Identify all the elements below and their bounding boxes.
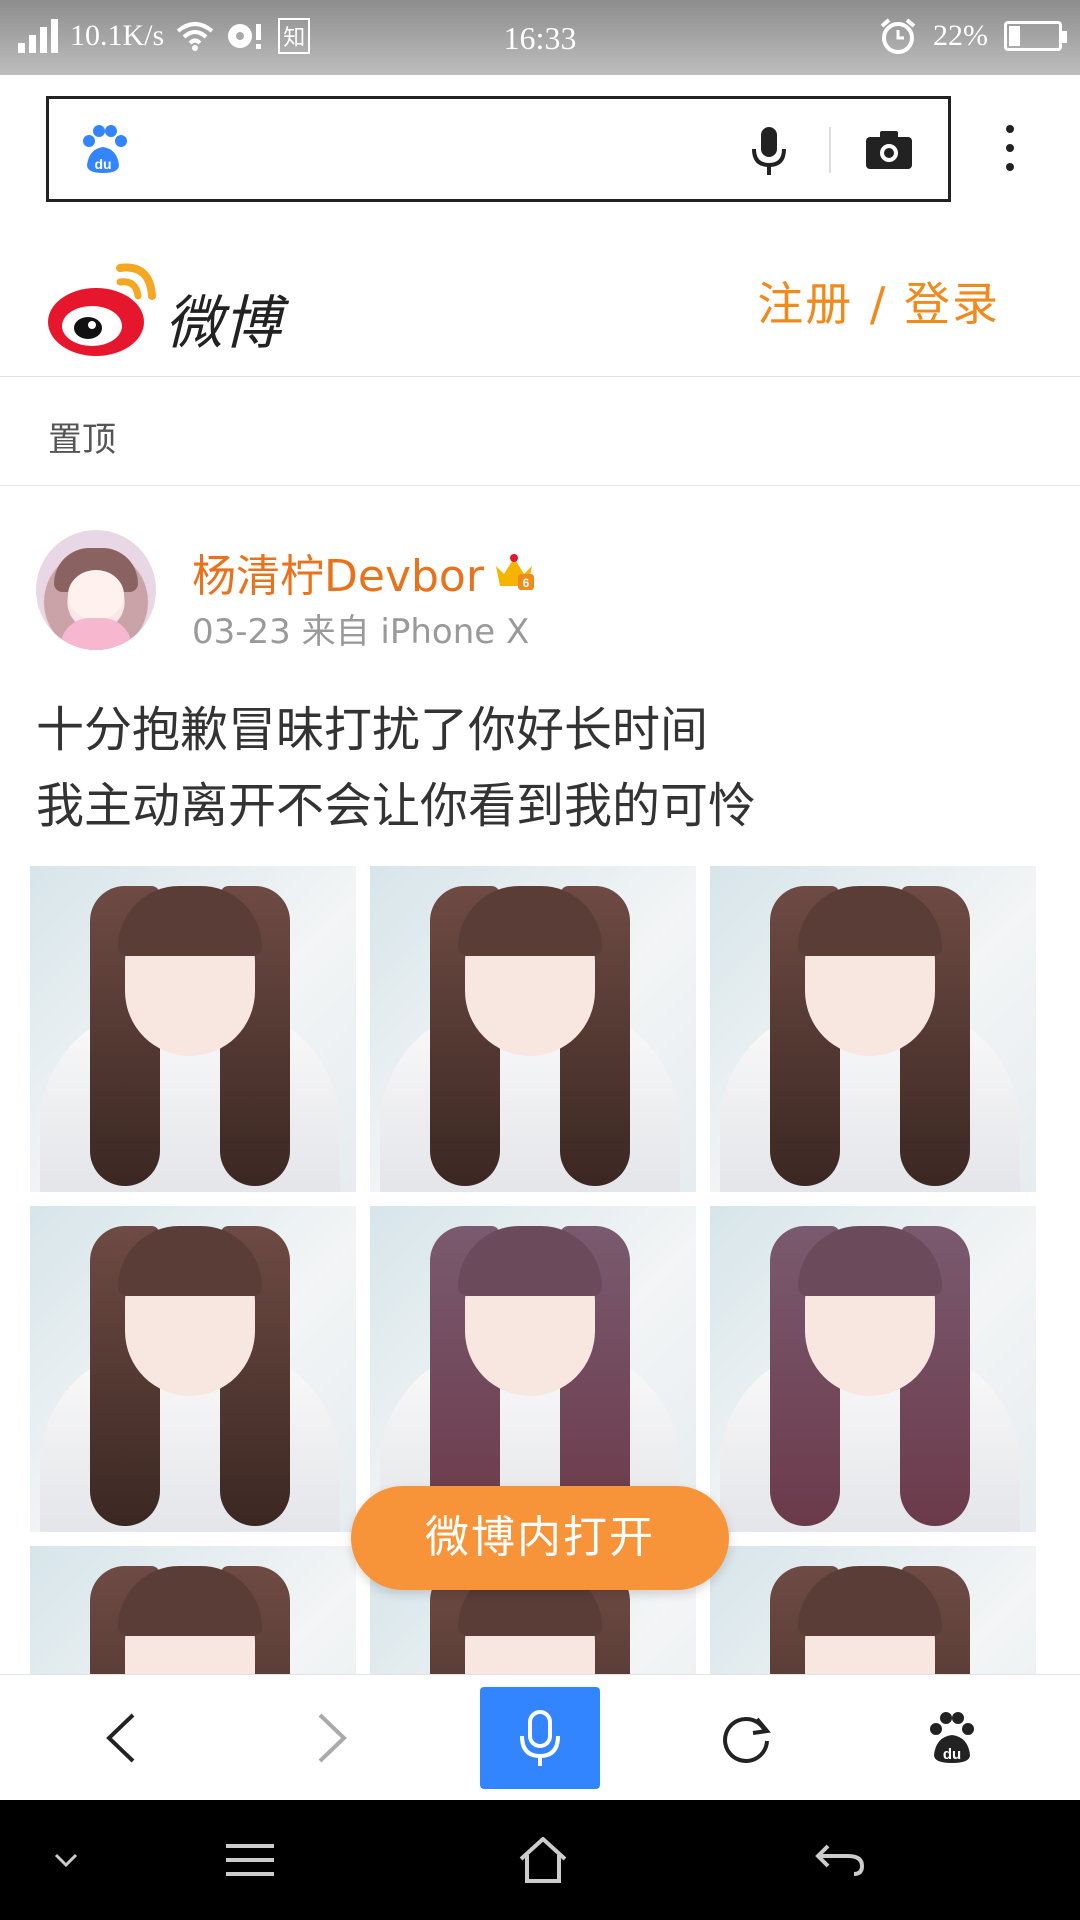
browser-toolbar: du [0,1674,1080,1800]
camera-search-icon[interactable] [864,129,914,171]
photo-3[interactable] [710,866,1036,1192]
forward-button[interactable] [273,1675,393,1801]
browser-search-bar[interactable]: du [46,96,951,202]
baidu-paw-icon[interactable]: du [79,125,127,175]
battery-icon [1004,21,1067,51]
microphone-icon [520,1710,560,1766]
photo-9[interactable] [710,1546,1036,1674]
refresh-button[interactable] [686,1675,806,1801]
chevron-left-icon [106,1713,135,1763]
weibo-logo-icon[interactable] [46,252,164,362]
baidu-home-button[interactable]: du [892,1675,1012,1801]
svg-text:du: du [943,1746,961,1763]
post-text-line-2: 我主动离开不会让你看到我的可怜 [36,778,757,834]
post-meta: 03-23 来自 iPhone X [192,612,530,652]
post-text: 十分抱歉冒昧打扰了你好长时间 我主动离开不会让你看到我的可怜 [36,692,756,844]
browser-menu-icon[interactable] [1000,125,1020,175]
baidu-paw-icon: du [930,1712,974,1763]
voice-button[interactable] [480,1687,600,1789]
photo-7[interactable] [30,1546,356,1674]
svg-text:du: du [94,156,111,172]
menu-icon [226,1844,274,1876]
home-icon [519,1837,567,1883]
back-nav-button[interactable] [780,1800,900,1920]
post-text-line-1: 十分抱歉冒昧打扰了你好长时间 [36,702,709,758]
photo-6[interactable] [710,1206,1036,1532]
avatar[interactable] [36,530,156,650]
open-in-weibo-button[interactable]: 微博内打开 [351,1486,729,1590]
pinned-label: 置顶 [48,420,116,460]
photo-1[interactable] [30,866,356,1192]
hide-nav-button[interactable] [6,1800,126,1920]
register-login-link[interactable]: 注册 / 登录 [757,268,1000,334]
back-button[interactable] [60,1675,180,1801]
chevron-down-icon [54,1853,78,1867]
refresh-icon [723,1717,771,1763]
vip-crown-icon: 6 [495,554,534,590]
photo-4[interactable] [30,1206,356,1532]
username-text[interactable]: 杨清柠Devbor [192,540,484,604]
battery-percent: 22% [933,19,988,52]
voice-search-icon[interactable] [749,125,789,177]
alarm-icon [880,18,916,54]
system-nav-bar [0,1800,1080,1920]
pinned-row: 置顶 [0,378,1080,486]
back-icon [815,1844,865,1876]
photo-5[interactable] [370,1206,696,1532]
svg-text:6: 6 [523,576,530,590]
weibo-header: 微博 注册 / 登录 [0,240,1080,377]
search-divider [829,127,831,173]
photo-2[interactable] [370,866,696,1192]
menu-button[interactable] [190,1800,310,1920]
home-button[interactable] [483,1800,603,1920]
weibo-logo-text: 微博 [165,289,282,357]
post-author[interactable]: 杨清柠Devbor 6 [192,540,536,604]
chevron-right-icon [318,1713,347,1763]
status-bar: 10.1K/s 知 16:33 22% [0,0,1080,75]
